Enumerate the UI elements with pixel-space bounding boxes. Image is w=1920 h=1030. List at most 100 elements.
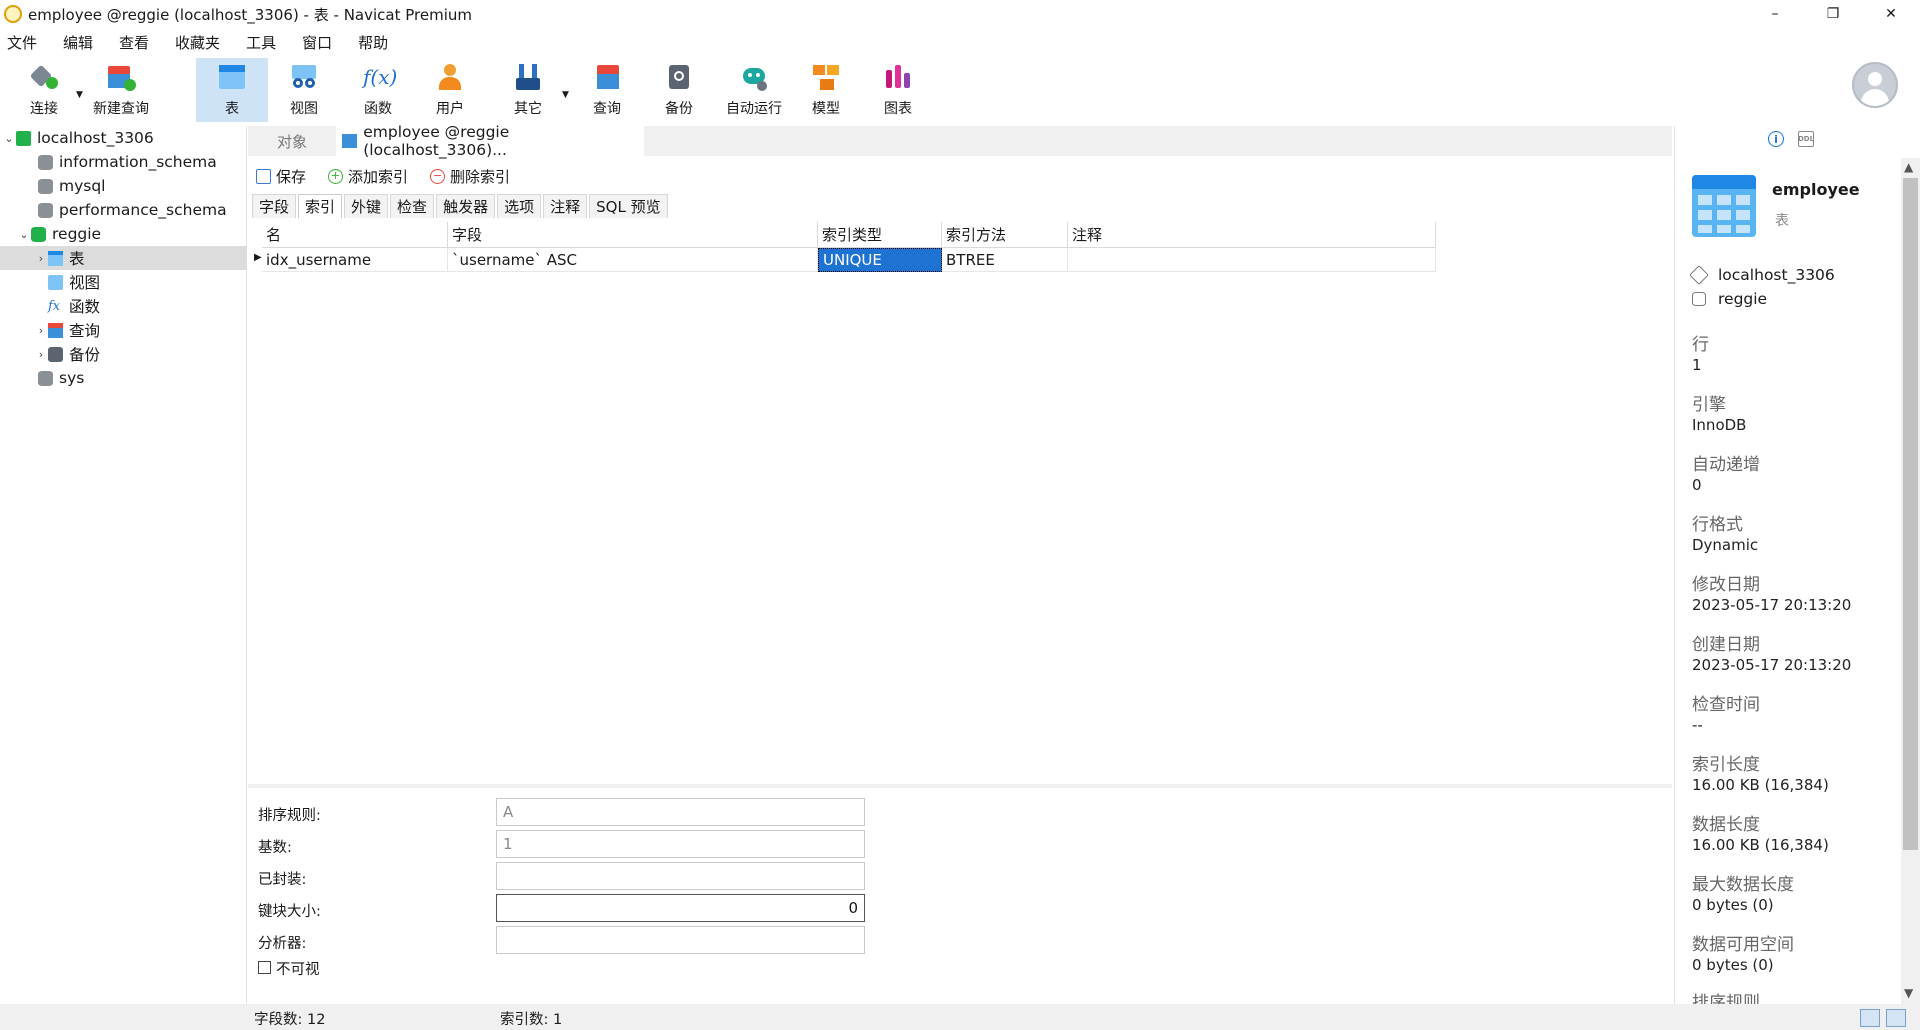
menu-tools[interactable]: 工具 [239, 32, 283, 53]
info-rows-value: 1 [1692, 356, 1702, 374]
tree-folder-tables[interactable]: › 表 [34, 246, 85, 270]
column-header-name[interactable]: 名 [262, 222, 448, 248]
collation-field[interactable]: A [496, 798, 865, 826]
info-row-format-label: 行格式 [1692, 515, 1743, 535]
chevron-right-icon[interactable]: › [34, 324, 48, 337]
tab-employee-design[interactable]: employee @reggie (localhost_3306)... [336, 123, 644, 159]
menu-view[interactable]: 查看 [112, 32, 156, 53]
toolbar-view-button[interactable]: 视图 [272, 58, 336, 122]
info-modified-value: 2023-05-17 20:13:20 [1692, 596, 1852, 614]
packed-field[interactable] [496, 862, 865, 890]
menu-window[interactable]: 窗口 [295, 32, 339, 53]
toolbar-backup-button[interactable]: 备份 [650, 58, 708, 122]
ddl-icon[interactable]: DDL [1798, 131, 1814, 147]
tree-folder-label: 查询 [69, 322, 101, 340]
toolbar-other-label: 其它 [514, 101, 542, 117]
pane-splitter[interactable] [248, 784, 1672, 788]
connect-dropdown-arrow-icon[interactable]: ▼ [76, 90, 83, 100]
subtab-options[interactable]: 选项 [497, 194, 542, 218]
layout-left-panel-icon[interactable] [1860, 1009, 1880, 1027]
tree-folder-views[interactable]: 视图 [34, 270, 100, 294]
chevron-down-icon[interactable]: ⌄ [17, 228, 31, 241]
column-header-index-method[interactable]: 索引方法 [942, 222, 1068, 248]
toolbar-user-label: 用户 [436, 101, 464, 117]
info-object-kind: 表 [1775, 213, 1789, 229]
subtab-checks[interactable]: 检查 [390, 194, 435, 218]
restore-button[interactable]: ❐ [1804, 0, 1862, 28]
add-index-button[interactable]: + 添加索引 [328, 166, 408, 187]
info-icon[interactable]: i [1768, 131, 1784, 147]
chevron-right-icon[interactable]: › [34, 252, 48, 265]
cell-index-type[interactable]: UNIQUE [818, 248, 942, 272]
key-block-size-field[interactable]: 0 [496, 894, 865, 922]
tools-icon [513, 62, 543, 92]
tree-db-reggie[interactable]: ⌄ reggie [17, 222, 101, 246]
chevron-right-icon[interactable]: › [34, 348, 48, 361]
tree-db-performance-schema[interactable]: performance_schema [24, 198, 227, 222]
user-avatar-icon[interactable] [1852, 62, 1898, 108]
info-panel-scrollbar[interactable]: ▲ ▼ [1901, 158, 1920, 1004]
subtab-sql-preview[interactable]: SQL 预览 [589, 194, 668, 218]
menu-file[interactable]: 文件 [0, 32, 44, 53]
layout-right-panel-icon[interactable] [1886, 1009, 1906, 1027]
info-auto-increment-value: 0 [1692, 476, 1702, 494]
toolbar-chart-button[interactable]: 图表 [872, 58, 924, 122]
subtab-indexes[interactable]: 索引 [298, 194, 343, 218]
tree-db-mysql[interactable]: mysql [24, 174, 106, 198]
table-design-icon [342, 134, 358, 148]
subtab-foreign-keys[interactable]: 外键 [344, 194, 389, 218]
subtab-comment[interactable]: 注释 [543, 194, 588, 218]
column-header-comment[interactable]: 注释 [1068, 222, 1436, 248]
invisible-checkbox[interactable] [258, 961, 271, 974]
info-panel-tabs: i DDL [1768, 131, 1828, 147]
chevron-down-icon[interactable]: ⌄ [2, 132, 16, 145]
cell-index-comment[interactable] [1068, 248, 1436, 272]
toolbar-table-button[interactable]: 表 [196, 58, 268, 122]
cardinality-field[interactable]: 1 [496, 830, 865, 858]
toolbar-model-label: 模型 [812, 101, 840, 117]
delete-index-button[interactable]: − 删除索引 [430, 166, 510, 187]
tree-db-information-schema[interactable]: information_schema [24, 150, 217, 174]
tree-db-sys[interactable]: sys [24, 366, 84, 390]
toolbar-other-button[interactable]: 其它 [500, 58, 556, 122]
cell-index-name[interactable]: idx_username [262, 248, 448, 272]
user-icon [435, 62, 465, 92]
toolbar-function-button[interactable]: f(x) 函数 [346, 58, 410, 122]
toolbar-connect-button[interactable]: 连接 [14, 58, 74, 122]
parser-field[interactable] [496, 926, 865, 954]
menu-bar: 文件 编辑 查看 收藏夹 工具 窗口 帮助 [0, 30, 407, 54]
toolbar-user-button[interactable]: 用户 [420, 58, 480, 122]
cell-index-fields[interactable]: `username` ASC [448, 248, 818, 272]
menu-help[interactable]: 帮助 [351, 32, 395, 53]
subtab-fields[interactable]: 字段 [252, 194, 297, 218]
subtab-triggers[interactable]: 触发器 [436, 194, 496, 218]
tab-objects[interactable]: 对象 [248, 126, 336, 156]
tree-folder-functions[interactable]: fx 函数 [34, 294, 100, 318]
toolbar-automation-button[interactable]: 自动运行 [720, 58, 788, 122]
info-data-free-label: 数据可用空间 [1692, 935, 1794, 955]
tree-folder-queries[interactable]: › 查询 [34, 318, 100, 342]
scroll-up-arrow-icon[interactable]: ▲ [1904, 160, 1913, 174]
toolbar-query-button[interactable]: 查询 [578, 58, 636, 122]
tree-connection-localhost[interactable]: ⌄ localhost_3306 [2, 126, 153, 150]
column-header-fields[interactable]: 字段 [448, 222, 818, 248]
menu-favorites[interactable]: 收藏夹 [168, 32, 227, 53]
scrollbar-thumb[interactable] [1903, 178, 1918, 850]
toolbar-connect-label: 连接 [30, 101, 58, 117]
scroll-down-arrow-icon[interactable]: ▼ [1904, 986, 1913, 1000]
menu-edit[interactable]: 编辑 [56, 32, 100, 53]
database-icon [38, 154, 53, 170]
cardinality-label: 基数: [258, 840, 292, 856]
toolbar-new-query-button[interactable]: 新建查询 [88, 58, 154, 122]
toolbar-model-button[interactable]: 模型 [800, 58, 852, 122]
remove-icon: − [430, 168, 446, 184]
close-button[interactable]: ✕ [1862, 0, 1920, 28]
cell-index-method[interactable]: BTREE [942, 248, 1068, 272]
tree-folder-backups[interactable]: › 备份 [34, 342, 100, 366]
other-dropdown-arrow-icon[interactable]: ▼ [562, 90, 569, 100]
minimize-button[interactable]: – [1746, 0, 1804, 28]
column-header-index-type[interactable]: 索引类型 [818, 222, 942, 248]
toolbar-new-query-label: 新建查询 [93, 101, 149, 117]
table-icon [48, 250, 63, 266]
save-button[interactable]: 保存 [256, 166, 306, 187]
